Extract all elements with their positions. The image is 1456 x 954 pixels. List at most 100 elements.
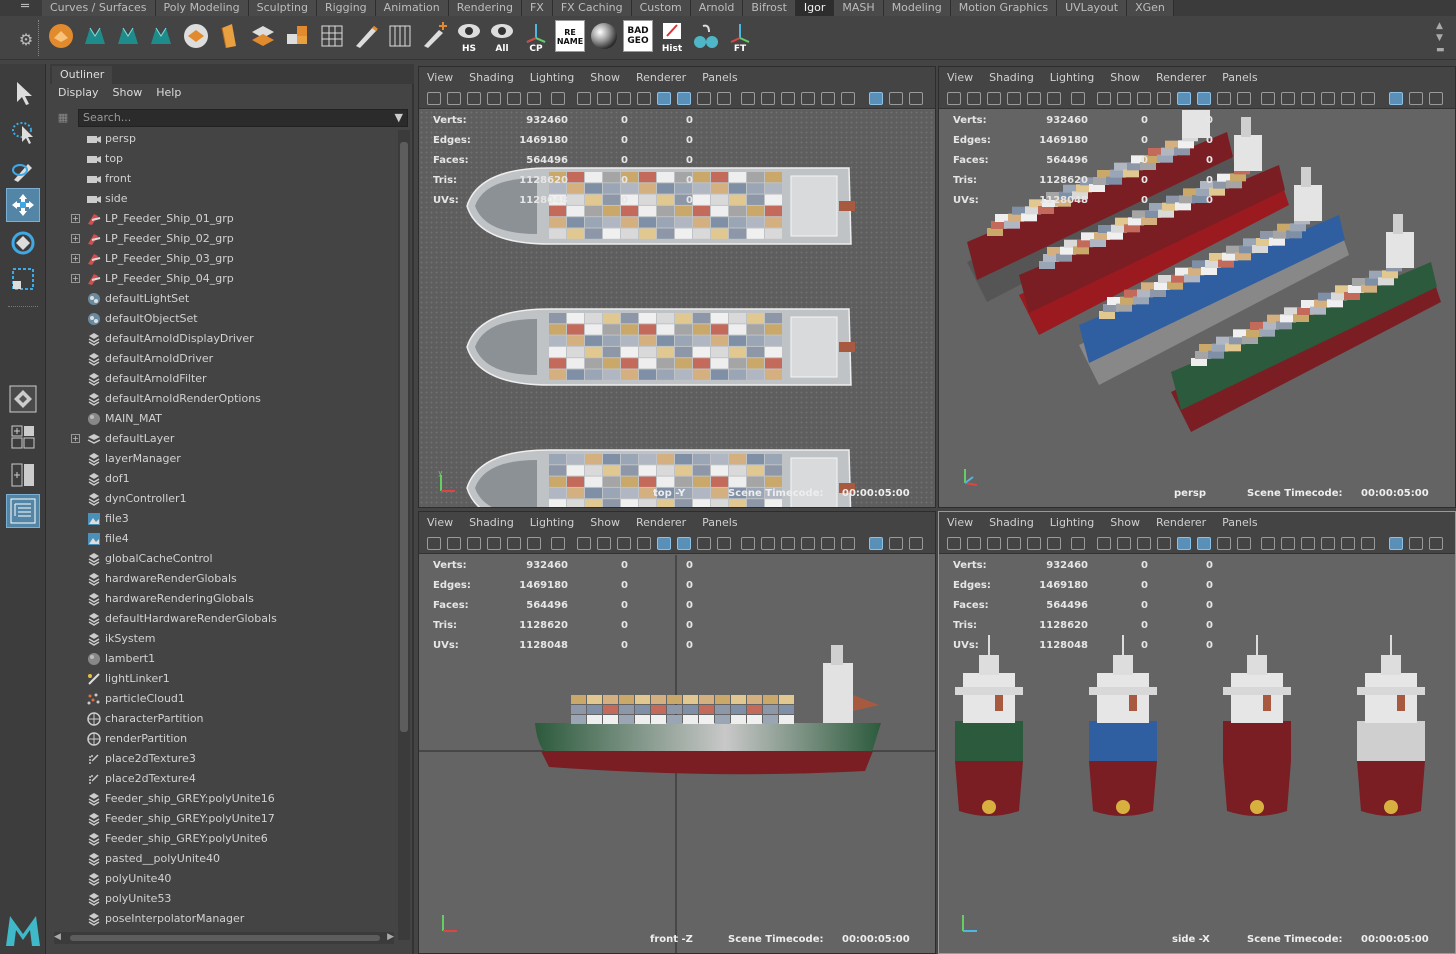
- viewport-toolbar-icon[interactable]: [1157, 537, 1171, 550]
- viewport-toolbar-icon[interactable]: [821, 92, 835, 105]
- viewport-toolbar-icon[interactable]: [427, 92, 441, 105]
- rotate-tool-icon[interactable]: [6, 226, 40, 260]
- expand-icon[interactable]: +: [71, 434, 80, 443]
- viewport-toolbar-icon[interactable]: [677, 92, 691, 105]
- viewport-toolbar-icon[interactable]: [551, 92, 565, 105]
- shelf-tab-curves-surfaces[interactable]: Curves / Surfaces: [42, 0, 156, 16]
- gear-icon[interactable]: ⚙: [12, 26, 40, 54]
- outliner-item[interactable]: lambert1: [50, 650, 396, 670]
- viewport-menu-lighting[interactable]: Lighting: [1050, 67, 1094, 89]
- shelf-tab-animation[interactable]: Animation: [375, 0, 449, 16]
- viewport-toolbar-icon[interactable]: [781, 537, 795, 550]
- outliner-tab[interactable]: Outliner: [52, 66, 113, 84]
- outliner-item[interactable]: lightLinker1: [50, 670, 396, 690]
- viewport-toolbar-icon[interactable]: [577, 92, 591, 105]
- viewport-toolbar-icon[interactable]: [657, 92, 671, 105]
- shelf-button-6[interactable]: [214, 20, 244, 52]
- shelf-tab-custom[interactable]: Custom: [631, 0, 691, 16]
- viewport-toolbar-icon[interactable]: [487, 92, 501, 105]
- viewport-toolbar-icon[interactable]: [617, 537, 631, 550]
- viewport-toolbar-icon[interactable]: [597, 92, 611, 105]
- outliner-item[interactable]: + LP_Feeder_Ship_03_grp: [50, 250, 396, 270]
- viewport-toolbar-icon[interactable]: [717, 92, 731, 105]
- outliner-item[interactable]: defaultArnoldDisplayDriver: [50, 330, 396, 350]
- viewport-menu-renderer[interactable]: Renderer: [1156, 67, 1206, 89]
- viewport-toolbar-icon[interactable]: [967, 537, 981, 550]
- viewport-toolbar-icon[interactable]: [1281, 537, 1295, 550]
- shelf-tab-rendering[interactable]: Rendering: [448, 0, 522, 16]
- expand-icon[interactable]: +: [71, 234, 80, 243]
- viewport-toolbar-icon[interactable]: [1409, 92, 1423, 105]
- viewport-toolbar-icon[interactable]: [761, 537, 775, 550]
- shelf-button-10[interactable]: [351, 20, 381, 52]
- viewport-side[interactable]: View Shading Lighting Show Renderer Panels Ve…: [938, 511, 1456, 954]
- shelf-button-1[interactable]: [46, 20, 76, 52]
- shelf-tab-motion-graphics[interactable]: Motion Graphics: [950, 0, 1058, 16]
- cp-button[interactable]: CP: [521, 20, 551, 54]
- viewport-toolbar-icon[interactable]: [801, 92, 815, 105]
- outliner-item[interactable]: persp: [50, 130, 396, 150]
- viewport-menu-renderer[interactable]: Renderer: [636, 512, 686, 534]
- outliner-item[interactable]: defaultArnoldFilter: [50, 370, 396, 390]
- viewport-menu-shading[interactable]: Shading: [469, 512, 514, 534]
- viewport-menu-panels[interactable]: Panels: [1222, 67, 1257, 89]
- viewport-toolbar-icon[interactable]: [1197, 92, 1211, 105]
- viewport-menu-shading[interactable]: Shading: [469, 67, 514, 89]
- viewport-toolbar-icon[interactable]: [677, 537, 691, 550]
- outliner-item[interactable]: side: [50, 190, 396, 210]
- outliner-item[interactable]: place2dTexture4: [50, 770, 396, 790]
- viewport-toolbar-icon[interactable]: [801, 537, 815, 550]
- viewport-toolbar-icon[interactable]: [987, 92, 1001, 105]
- viewport-toolbar-icon[interactable]: [1361, 92, 1375, 105]
- viewport-toolbar-icon[interactable]: [1389, 537, 1403, 550]
- viewport-toolbar-icon[interactable]: [551, 537, 565, 550]
- viewport-menu-lighting[interactable]: Lighting: [530, 67, 574, 89]
- shelf-tab-arnold[interactable]: Arnold: [690, 0, 744, 16]
- outliner-item[interactable]: MAIN_MAT: [50, 410, 396, 430]
- viewport-menu-view[interactable]: View: [427, 512, 453, 534]
- shelf-tab-rigging[interactable]: Rigging: [316, 0, 376, 16]
- shelf-scroll-arrows[interactable]: ▲ ▼ ▬: [1436, 20, 1446, 56]
- viewport-toolbar-icon[interactable]: [947, 537, 961, 550]
- outliner-item[interactable]: polyUnite40: [50, 870, 396, 890]
- expand-icon[interactable]: +: [71, 254, 80, 263]
- viewport-toolbar-icon[interactable]: [697, 92, 711, 105]
- shelf-button-12[interactable]: [419, 20, 449, 52]
- shelf-tab-fx-caching[interactable]: FX Caching: [552, 0, 632, 16]
- viewport-menu-lighting[interactable]: Lighting: [1050, 512, 1094, 534]
- shelf-button-9[interactable]: [317, 20, 347, 52]
- outliner-item[interactable]: polyUnite53: [50, 890, 396, 910]
- viewport-toolbar-icon[interactable]: [889, 537, 903, 550]
- outliner-item[interactable]: file3: [50, 510, 396, 530]
- outliner-item[interactable]: Feeder_ship_GREY:polyUnite16: [50, 790, 396, 810]
- viewport-toolbar-icon[interactable]: [527, 92, 541, 105]
- viewport-toolbar-icon[interactable]: [467, 537, 481, 550]
- outliner-menu-display[interactable]: Display: [58, 84, 99, 102]
- viewport-toolbar-icon[interactable]: [967, 92, 981, 105]
- viewport-toolbar-icon[interactable]: [1071, 537, 1085, 550]
- viewport-toolbar-icon[interactable]: [1157, 92, 1171, 105]
- outliner-item[interactable]: defaultArnoldDriver: [50, 350, 396, 370]
- viewport-menu-view[interactable]: View: [427, 67, 453, 89]
- viewport-toolbar-icon[interactable]: [1261, 92, 1275, 105]
- viewport-menu-view[interactable]: View: [947, 67, 973, 89]
- hs-button[interactable]: HS: [454, 20, 484, 54]
- outliner-item[interactable]: + LP_Feeder_Ship_04_grp: [50, 270, 396, 290]
- expand-icon[interactable]: +: [71, 214, 80, 223]
- outliner-item[interactable]: defaultLightSet: [50, 290, 396, 310]
- outliner-item[interactable]: + defaultLayer: [50, 430, 396, 450]
- viewport-toolbar-icon[interactable]: [577, 537, 591, 550]
- viewport-toolbar-icon[interactable]: [869, 537, 883, 550]
- viewport-front[interactable]: View Shading Lighting Show Renderer Panels Ve…: [418, 511, 936, 954]
- viewport-toolbar-icon[interactable]: [1047, 92, 1061, 105]
- viewport-menu-shading[interactable]: Shading: [989, 512, 1034, 534]
- viewport-menu-renderer[interactable]: Renderer: [636, 67, 686, 89]
- outliner-item[interactable]: top: [50, 150, 396, 170]
- outliner-item[interactable]: defaultObjectSet: [50, 310, 396, 330]
- side-by-side-layout-icon[interactable]: [6, 458, 40, 492]
- viewport-toolbar-icon[interactable]: [1341, 92, 1355, 105]
- viewport-toolbar-icon[interactable]: [1177, 92, 1191, 105]
- viewport-toolbar-icon[interactable]: [1301, 537, 1315, 550]
- outliner-item[interactable]: front: [50, 170, 396, 190]
- shelf-tab-fx[interactable]: FX: [521, 0, 553, 16]
